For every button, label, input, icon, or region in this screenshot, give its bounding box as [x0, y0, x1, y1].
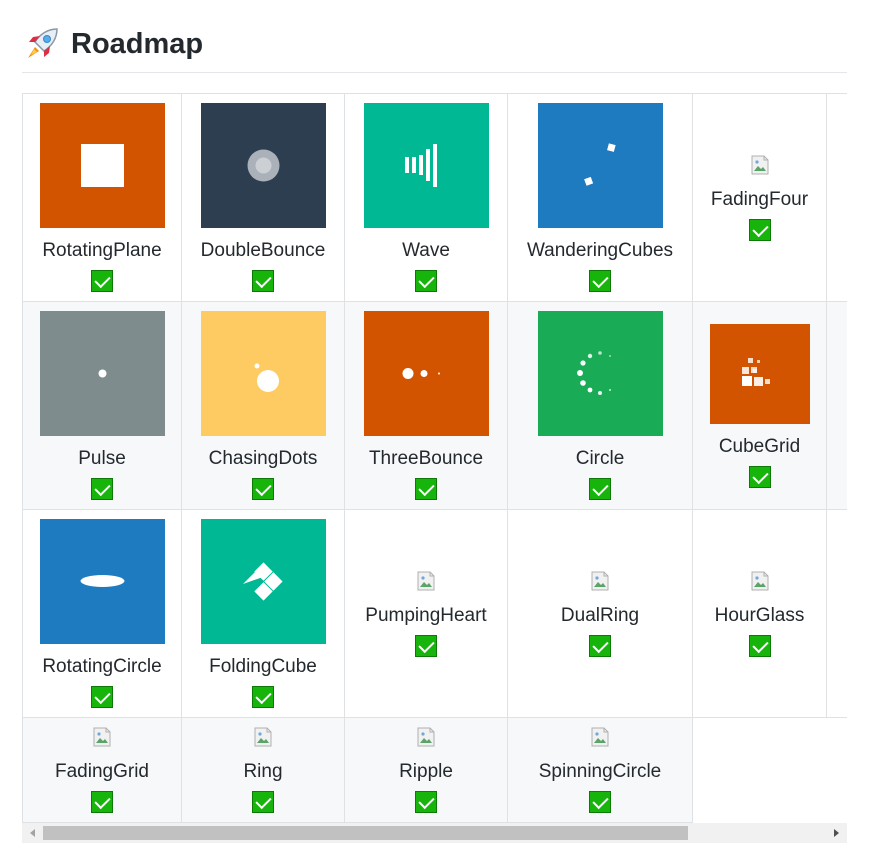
spinner-name: RotatingCircle: [42, 656, 162, 677]
spinner-name: RotatingPlane: [42, 240, 162, 261]
spinner-name: ThreeBounce: [368, 448, 484, 469]
empty-cell: [826, 93, 847, 302]
spinner-name: CubeGrid: [718, 435, 801, 457]
checkmark-icon: [252, 791, 274, 813]
checkmark-icon: [589, 270, 611, 292]
rotating-plane-preview: [39, 103, 165, 228]
roadmap-cell-pulse: Pulse: [22, 301, 182, 510]
spinner-name: Pulse: [78, 448, 126, 469]
roadmap-cell-ripple: Ripple: [344, 717, 508, 823]
roadmap-cell-rotatingplane: RotatingPlane: [22, 93, 182, 302]
checkmark-icon: [748, 465, 771, 488]
three-bounce-preview: [363, 311, 489, 436]
empty-cell: [692, 717, 827, 823]
empty-cell: [826, 301, 847, 510]
checkmark-icon: [415, 634, 437, 657]
roadmap-cell-threebounce: ThreeBounce: [344, 301, 508, 510]
folding-cube-preview: [200, 519, 326, 644]
spinner-name: DoubleBounce: [200, 240, 326, 261]
roadmap-cell-wanderingcubes: WanderingCubes: [507, 93, 693, 302]
chasing-dots-preview: [200, 311, 326, 436]
checkmark-icon: [415, 270, 437, 292]
checkmark-icon: [91, 478, 113, 500]
spinner-name: ChasingDots: [208, 448, 318, 469]
broken-image-icon: [751, 571, 769, 591]
spinner-name: FadingFour: [710, 188, 809, 210]
double-bounce-preview: [200, 103, 326, 228]
roadmap-cell-doublebounce: DoubleBounce: [181, 93, 345, 302]
roadmap-cell-circle: Circle: [507, 301, 693, 510]
spinner-name: PumpingHeart: [365, 604, 487, 626]
page-header: Roadmap: [22, 0, 847, 73]
checkmark-icon: [91, 791, 113, 813]
checkmark-icon: [748, 218, 771, 241]
roadmap-cell-hourglass: HourGlass: [692, 509, 827, 718]
rotating-circle-preview: [39, 519, 165, 644]
roadmap-cell-chasingdots: ChasingDots: [181, 301, 345, 510]
roadmap-cell-fadingfour: FadingFour: [692, 93, 827, 302]
checkmark-icon: [252, 686, 274, 708]
checkmark-icon: [748, 634, 771, 657]
roadmap-cell-spinningcircle: SpinningCircle: [507, 717, 693, 823]
spinner-name: DualRing: [560, 604, 640, 626]
broken-image-icon: [591, 571, 609, 591]
rocket-icon: [28, 28, 58, 58]
checkmark-icon: [589, 791, 611, 813]
horizontal-scrollbar[interactable]: [22, 823, 847, 843]
broken-image-icon: [254, 727, 272, 747]
checkmark-icon: [91, 686, 113, 708]
empty-cell: [826, 717, 847, 823]
cube-grid-preview: [709, 323, 835, 449]
roadmap-table: RotatingPlane DoubleBounce Wave WanderingCu…: [22, 93, 847, 823]
broken-image-icon: [591, 727, 609, 747]
spinner-name: Wave: [402, 240, 450, 261]
wave-preview: [363, 103, 489, 228]
roadmap-cell-wave: Wave: [344, 93, 508, 302]
broken-image-icon: [93, 727, 111, 747]
roadmap-table-container[interactable]: RotatingPlane DoubleBounce Wave WanderingCu…: [22, 93, 847, 823]
table-row: RotatingPlane DoubleBounce Wave WanderingCu…: [22, 93, 847, 302]
spinner-name: FadingGrid: [55, 761, 149, 782]
table-row: FadingGrid Ring Ripple SpinningCircle: [22, 717, 847, 823]
checkmark-icon: [252, 478, 274, 500]
roadmap-cell-dualring: DualRing: [507, 509, 693, 718]
scroll-right-arrow-icon[interactable]: [834, 829, 839, 837]
roadmap-cell-pumpingheart: PumpingHeart: [344, 509, 508, 718]
spinner-name: HourGlass: [714, 604, 805, 626]
table-row: RotatingCircle FoldingCube PumpingHeart Dua…: [22, 509, 847, 718]
broken-image-icon: [417, 727, 435, 747]
checkmark-icon: [415, 791, 437, 813]
spinner-name: Circle: [575, 448, 625, 469]
spinner-name: FoldingCube: [209, 656, 317, 677]
checkmark-icon: [252, 270, 274, 292]
roadmap-cell-fadinggrid: FadingGrid: [22, 717, 182, 823]
empty-cell: [826, 509, 847, 718]
roadmap-cell-cubegrid: CubeGrid: [692, 301, 835, 510]
checkmark-icon: [589, 634, 611, 657]
scroll-left-arrow-icon[interactable]: [30, 829, 35, 837]
broken-image-icon: [417, 571, 435, 591]
wandering-cubes-preview: [537, 103, 663, 228]
circle-preview: [537, 311, 663, 436]
roadmap-cell-ring: Ring: [181, 717, 345, 823]
scrollbar-thumb[interactable]: [43, 826, 688, 840]
pulse-preview: [39, 311, 165, 436]
roadmap-cell-foldingcube: FoldingCube: [181, 509, 345, 718]
roadmap-cell-rotatingcircle: RotatingCircle: [22, 509, 182, 718]
checkmark-icon: [589, 478, 611, 500]
table-row: Pulse ChasingDots ThreeBounce Circle CubeGri…: [22, 301, 847, 510]
spinner-name: SpinningCircle: [538, 761, 662, 782]
spinner-name: Ring: [243, 761, 283, 782]
page-title: Roadmap: [71, 28, 204, 60]
checkmark-icon: [91, 270, 113, 292]
spinner-name: Ripple: [399, 761, 453, 782]
checkmark-icon: [415, 478, 437, 500]
spinner-name: WanderingCubes: [526, 240, 674, 261]
broken-image-icon: [751, 155, 769, 175]
